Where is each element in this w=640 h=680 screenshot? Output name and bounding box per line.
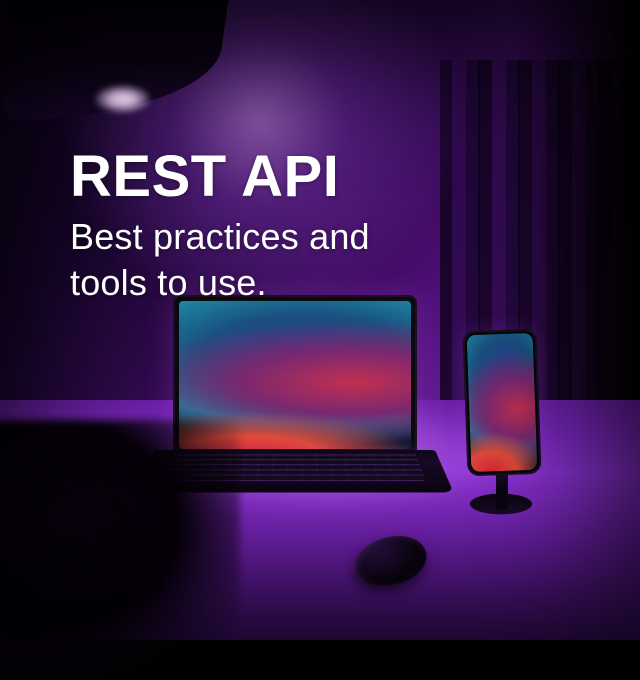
lamp-bulb bbox=[95, 85, 150, 113]
hero-subtitle: Best practices and tools to use. bbox=[70, 214, 450, 306]
phone-wallpaper bbox=[467, 333, 538, 472]
hero-scene: REST API Best practices and tools to use… bbox=[0, 0, 640, 640]
text-overlay: REST API Best practices and tools to use… bbox=[70, 148, 450, 306]
phone bbox=[462, 329, 541, 476]
foreground-shadow bbox=[0, 420, 240, 680]
hero-title: REST API bbox=[70, 148, 450, 206]
phone-on-stand bbox=[460, 330, 550, 505]
